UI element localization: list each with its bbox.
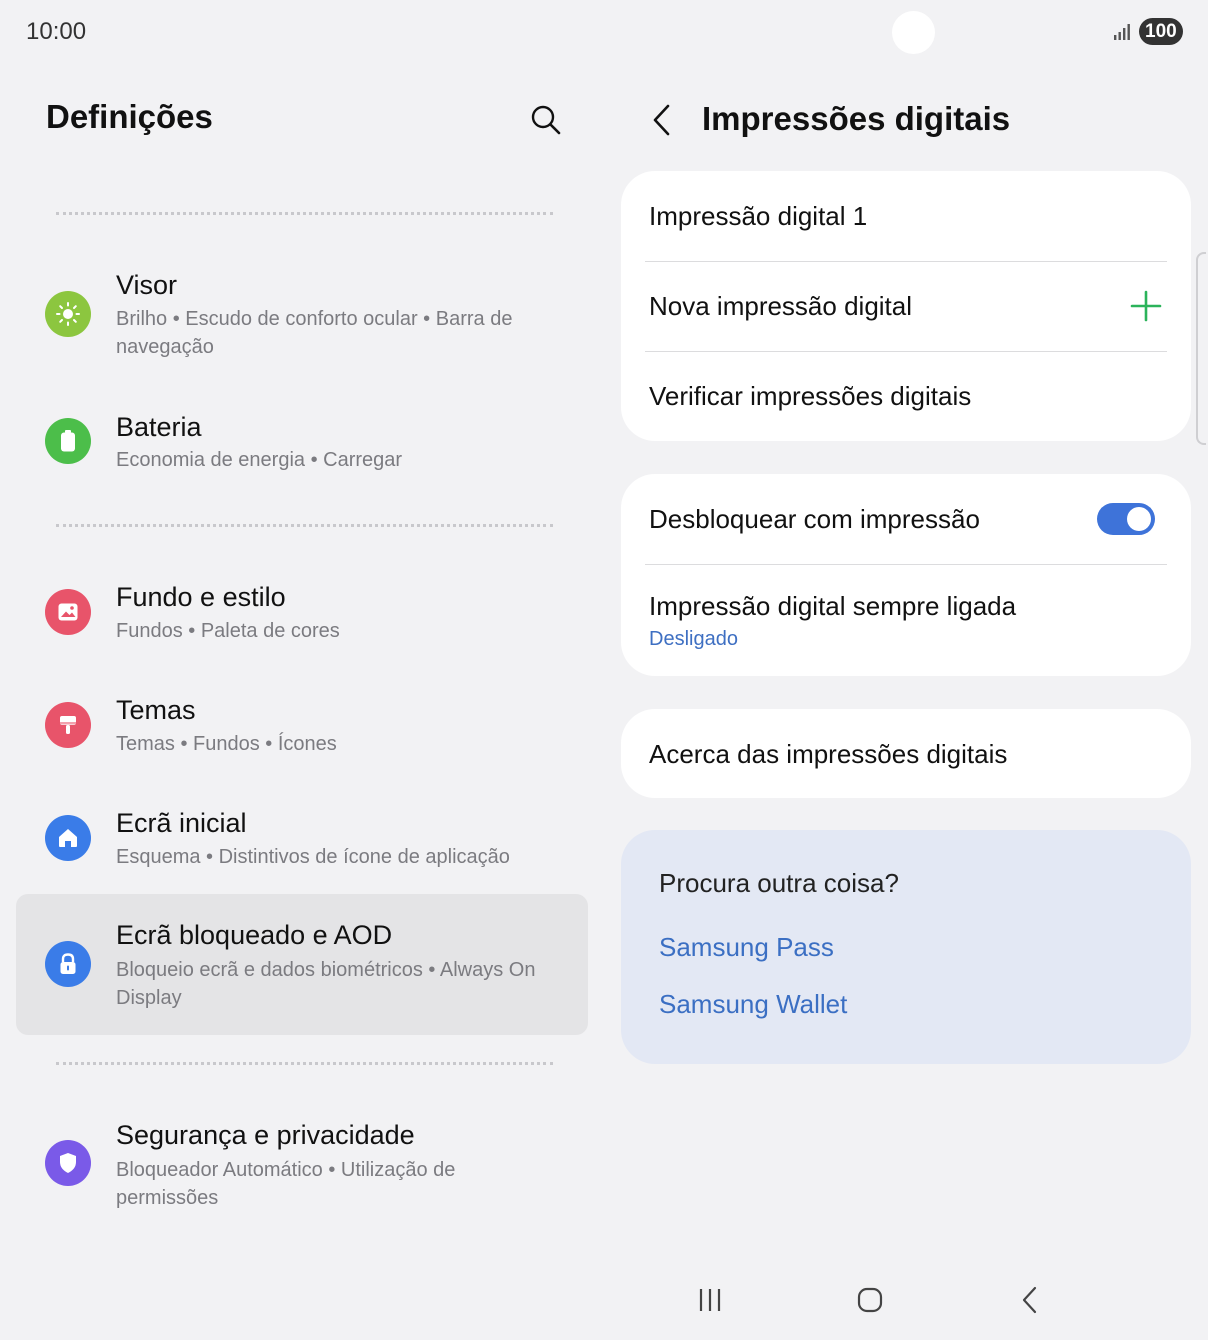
settings-item-subtitle: Temas • Fundos • Ícones [116, 733, 337, 755]
row-label: Impressão digital sempre ligada [649, 591, 1017, 621]
panel-resize-handle[interactable] [1196, 252, 1206, 445]
back-nav-button[interactable] [1010, 1280, 1050, 1320]
settings-item-temas[interactable]: Temas Temas • Fundos • Ícones [16, 685, 588, 769]
samsung-wallet-link[interactable]: Samsung Wallet [659, 989, 847, 1020]
battery-indicator: 100 [1139, 18, 1183, 45]
settings-item-ecra-bloqueado[interactable]: Ecrã bloqueado e AOD Bloqueio ecrã e dad… [16, 894, 588, 1035]
home-button-icon [857, 1287, 883, 1313]
settings-item-seguranca[interactable]: Segurança e privacidade Bloqueador Autom… [16, 1110, 588, 1220]
back-icon [1022, 1286, 1037, 1314]
settings-item-subtitle: Bloqueio ecrã e dados biométricos • Alwa… [116, 959, 536, 1009]
settings-item-subtitle: Fundos • Paleta de cores [116, 620, 340, 642]
search-button[interactable] [526, 100, 566, 140]
suggestions-title: Procura outra coisa? [659, 868, 899, 898]
recents-icon [699, 1289, 721, 1311]
settings-item-subtitle: Esquema • Distintivos de ícone de aplica… [116, 846, 510, 868]
status-time: 10:00 [26, 18, 87, 45]
about-fingerprints-row[interactable]: Acerca das impressões digitais [649, 709, 1163, 798]
settings-item-title: Ecrã inicial [116, 808, 247, 838]
row-label: Verificar impressões digitais [649, 381, 972, 411]
unlock-card: Desbloquear com impressão Impressão digi… [621, 474, 1191, 676]
suggestions-card: Procura outra coisa? Samsung Pass Samsun… [621, 830, 1191, 1064]
settings-item-title: Visor [116, 270, 178, 300]
back-button[interactable] [644, 100, 680, 140]
paint-brush-icon [45, 702, 91, 748]
always-on-fingerprint-row[interactable]: Impressão digital sempre ligada Desligad… [649, 565, 1163, 676]
recents-button[interactable] [690, 1280, 730, 1320]
settings-item-subtitle: Bloqueador Automático • Utilização de pe… [116, 1159, 456, 1209]
settings-item-visor[interactable]: Visor Brilho • Escudo de conforto ocular… [16, 258, 588, 368]
samsung-pass-link[interactable]: Samsung Pass [659, 932, 834, 963]
detail-title: Impressões digitais [702, 100, 1011, 137]
row-label: Nova impressão digital [649, 291, 913, 321]
lock-icon [45, 941, 91, 987]
section-divider [56, 1062, 553, 1065]
settings-item-title: Segurança e privacidade [116, 1120, 415, 1150]
image-icon [45, 589, 91, 635]
battery-icon [45, 418, 91, 464]
settings-item-title: Bateria [116, 412, 202, 442]
chevron-left-icon [653, 104, 670, 136]
home-icon [45, 815, 91, 861]
verify-fingerprints-row[interactable]: Verificar impressões digitais [649, 352, 1163, 441]
fingerprints-card: Impressão digital 1 Nova impressão digit… [621, 171, 1191, 441]
settings-item-title: Ecrã bloqueado e AOD [116, 920, 393, 950]
settings-item-subtitle: Economia de energia • Carregar [116, 449, 403, 471]
toggle-knob [1127, 507, 1151, 531]
settings-item-title: Temas [116, 695, 196, 725]
fingerprint-1-row[interactable]: Impressão digital 1 [649, 171, 1163, 261]
unlock-with-fingerprint-row[interactable]: Desbloquear com impressão [649, 474, 1163, 564]
settings-item-title: Fundo e estilo [116, 582, 286, 612]
page-title: Definições [46, 98, 213, 135]
always-on-status: Desligado [649, 628, 738, 650]
about-card[interactable]: Acerca das impressões digitais [621, 709, 1191, 798]
search-icon [531, 105, 561, 135]
signal-bars-icon [1114, 24, 1130, 40]
settings-item-bateria[interactable]: Bateria Economia de energia • Carregar [16, 400, 588, 484]
home-nav-button[interactable] [850, 1280, 890, 1320]
section-divider [56, 524, 553, 527]
settings-item-subtitle: Brilho • Escudo de conforto ocular • Bar… [116, 308, 513, 358]
add-fingerprint-row[interactable]: Nova impressão digital [649, 262, 1163, 351]
sun-icon [45, 291, 91, 337]
row-label: Acerca das impressões digitais [649, 739, 1008, 769]
settings-item-ecra-inicial[interactable]: Ecrã inicial Esquema • Distintivos de íc… [16, 798, 588, 882]
section-divider [56, 212, 553, 215]
camera-cutout [892, 11, 935, 54]
plus-icon [1130, 290, 1162, 322]
settings-item-fundo-estilo[interactable]: Fundo e estilo Fundos • Paleta de cores [16, 572, 588, 656]
row-label: Desbloquear com impressão [649, 504, 980, 534]
unlock-toggle[interactable] [1097, 503, 1155, 535]
row-label: Impressão digital 1 [649, 201, 868, 231]
shield-icon [45, 1140, 91, 1186]
